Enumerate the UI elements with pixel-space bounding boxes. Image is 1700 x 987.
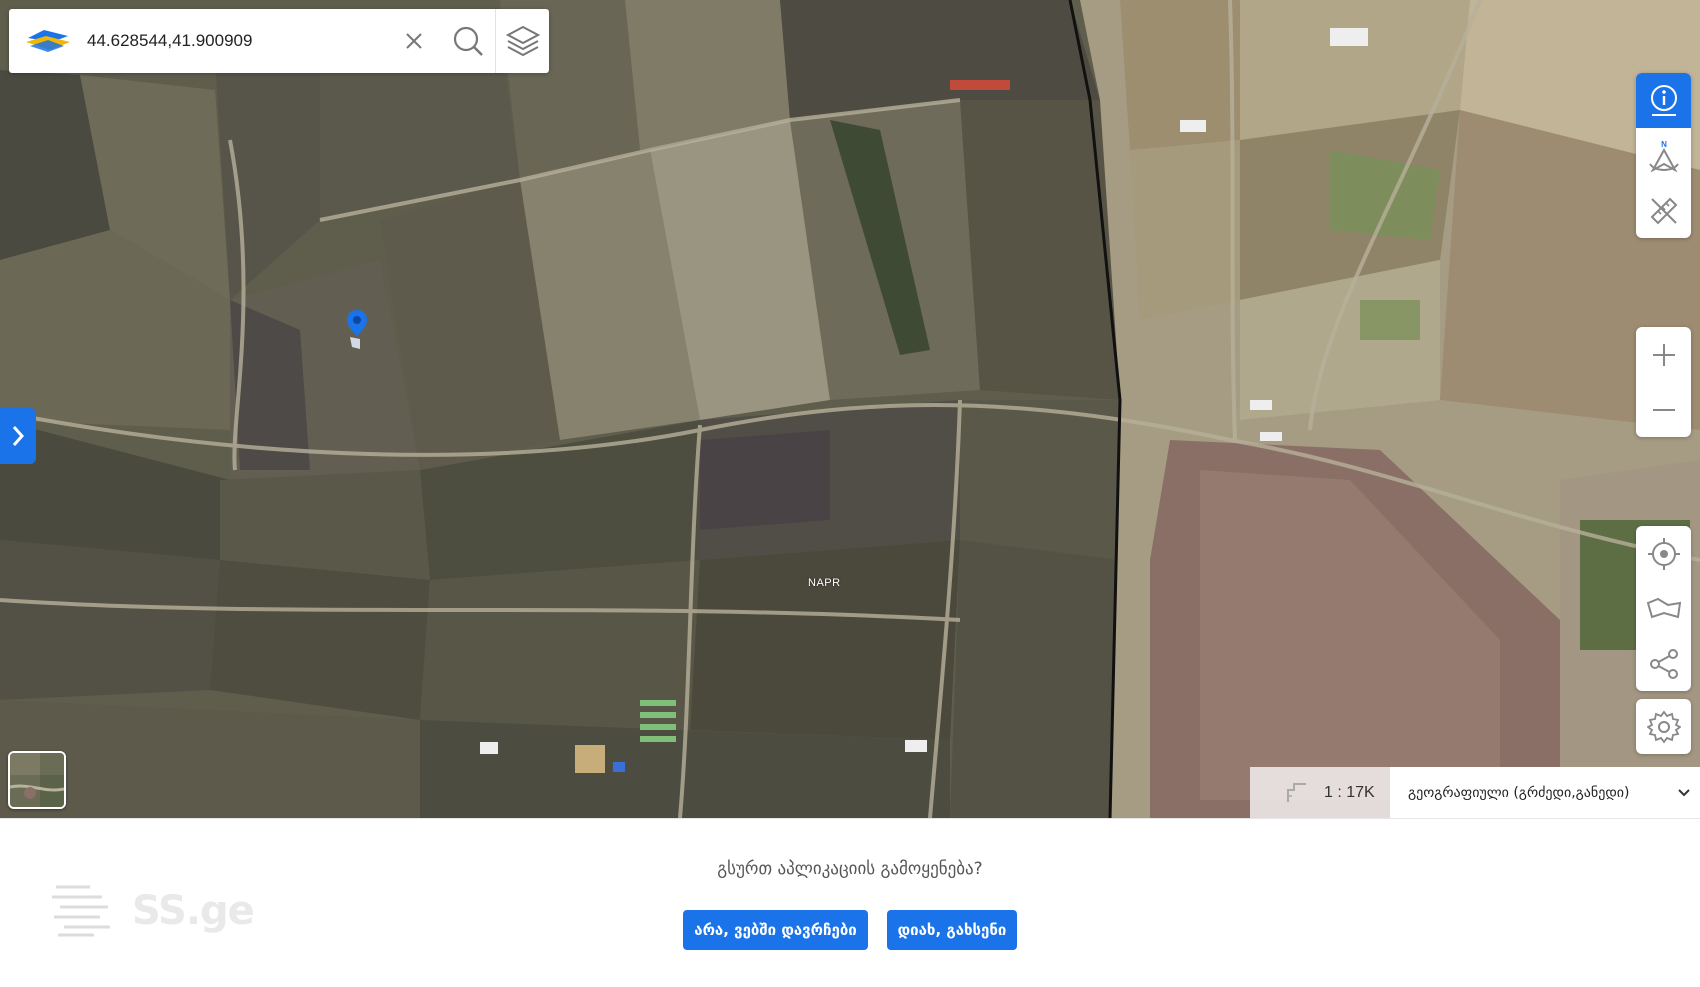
zoom-in-button[interactable] <box>1636 327 1691 382</box>
layers-button[interactable] <box>495 9 549 73</box>
info-button[interactable] <box>1636 73 1691 128</box>
scale-indicator: 1 : 17K <box>1250 767 1390 818</box>
north-arrow-icon: N <box>1648 140 1679 173</box>
projection-select[interactable]: გეოგრაფიული (გრძედი,განედი) <box>1390 767 1700 818</box>
zoom-in-icon <box>1652 343 1675 366</box>
clear-button[interactable] <box>387 9 441 73</box>
basemap-switcher[interactable] <box>8 751 66 809</box>
search-button[interactable] <box>441 9 495 73</box>
satellite-imagery <box>0 0 1700 818</box>
close-icon <box>406 33 422 49</box>
chevron-right-icon <box>12 426 25 446</box>
locate-button[interactable] <box>1636 526 1691 581</box>
scale-bar: 1 : 17K გეოგრაფიული (გრძედი,განედი) <box>1250 767 1700 818</box>
basemap-thumbnail <box>10 753 64 807</box>
zoom-out-button[interactable] <box>1636 382 1691 437</box>
toolbar-top: N <box>1636 73 1691 238</box>
search-bar <box>9 9 549 73</box>
svg-text:N: N <box>1661 140 1667 149</box>
measure-button[interactable] <box>1636 183 1691 238</box>
chevron-down-icon <box>1678 788 1690 796</box>
measure-icon <box>1650 197 1677 224</box>
app-promo-banner: SS.ge გსურთ აპლიკაციის გამოყენება? არა, … <box>0 818 1700 987</box>
expand-panel-button[interactable] <box>0 408 36 464</box>
draw-area-icon <box>1646 597 1681 618</box>
location-pin-icon[interactable] <box>346 309 368 349</box>
map-label-napr: NAPR <box>808 577 841 589</box>
banner-actions: არა, ვებში დავრჩები დიახ, გახსენი <box>0 910 1700 950</box>
info-icon <box>1650 84 1677 116</box>
toolbar-bottom <box>1636 526 1691 691</box>
draw-area-button[interactable] <box>1636 581 1691 636</box>
north-arrow-button[interactable]: N <box>1636 128 1691 183</box>
layers-icon <box>505 25 540 57</box>
search-icon <box>453 26 483 56</box>
share-icon <box>1649 648 1678 679</box>
locate-icon <box>1647 537 1680 570</box>
scale-icon <box>1287 782 1306 802</box>
banner-question: გსურთ აპლიკაციის გამოყენება? <box>717 859 983 879</box>
settings-control <box>1636 699 1691 754</box>
zoom-out-icon <box>1652 408 1675 411</box>
satellite-map[interactable]: NAPR 44.628544,41.900909 N 1: 17K გეოგრ… <box>0 0 1700 818</box>
open-app-button[interactable]: დიახ, გახსენი <box>887 910 1017 950</box>
projection-value: გეოგრაფიული (გრძედი,განედი) <box>1408 784 1630 801</box>
share-button[interactable] <box>1636 636 1691 691</box>
napr-logo[interactable] <box>17 9 79 73</box>
stay-on-web-button[interactable]: არა, ვებში დავრჩები <box>683 910 868 950</box>
search-input[interactable] <box>79 21 387 61</box>
settings-button[interactable] <box>1636 699 1691 754</box>
zoom-controls <box>1636 327 1691 437</box>
settings-icon <box>1646 710 1681 743</box>
scale-text: 1 : 17K <box>1324 783 1375 801</box>
